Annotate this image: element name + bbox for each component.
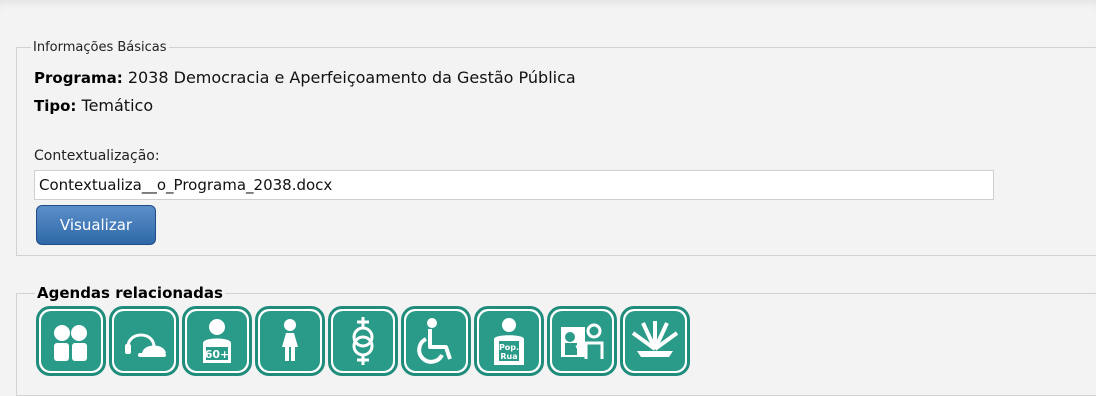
agendas-icon-list: 60+ Pop. Rua [36,306,690,376]
basic-info-legend: Informações Básicas [33,40,167,55]
children-icon [41,311,101,371]
visualizar-button[interactable]: Visualizar [36,205,156,245]
tipo-value: Temático [81,96,154,115]
woman-icon [260,311,320,371]
agenda-lgbt[interactable] [328,306,398,376]
programa-label: Programa: [34,69,123,87]
lgbt-icon [333,311,393,371]
agenda-elderly[interactable]: 60+ [182,306,252,376]
agenda-woman[interactable] [255,306,325,376]
svg-text:60+: 60+ [205,348,230,361]
svg-text:Pop.: Pop. [499,343,519,352]
elderly-icon: 60+ [187,311,247,371]
agenda-wheelchair[interactable] [401,306,471,376]
agenda-street-population[interactable]: Pop. Rua [474,306,544,376]
contextualizacao-label: Contextualização: [34,148,160,164]
contextualizacao-file-field[interactable] [34,170,994,200]
tipo-label: Tipo: [34,97,77,115]
youth-icon [114,311,174,371]
indigenous-icon [625,311,685,371]
agenda-children[interactable] [36,306,106,376]
agenda-indigenous[interactable] [620,306,690,376]
programa-line: Programa: 2038 Democracia e Aperfeiçoame… [34,68,576,87]
tipo-line: Tipo: Temático [34,96,153,115]
page-background: Informações Básicas Programa: 2038 Democ… [0,0,1096,396]
wheelchair-icon [406,311,466,371]
street-population-icon: Pop. Rua [479,311,539,371]
education-icon [552,311,612,371]
agenda-youth[interactable] [109,306,179,376]
agenda-education[interactable] [547,306,617,376]
agendas-legend: Agendas relacionadas [37,284,223,302]
svg-text:Rua: Rua [500,352,517,361]
programa-value: 2038 Democracia e Aperfeiçoamento da Ges… [127,68,576,87]
